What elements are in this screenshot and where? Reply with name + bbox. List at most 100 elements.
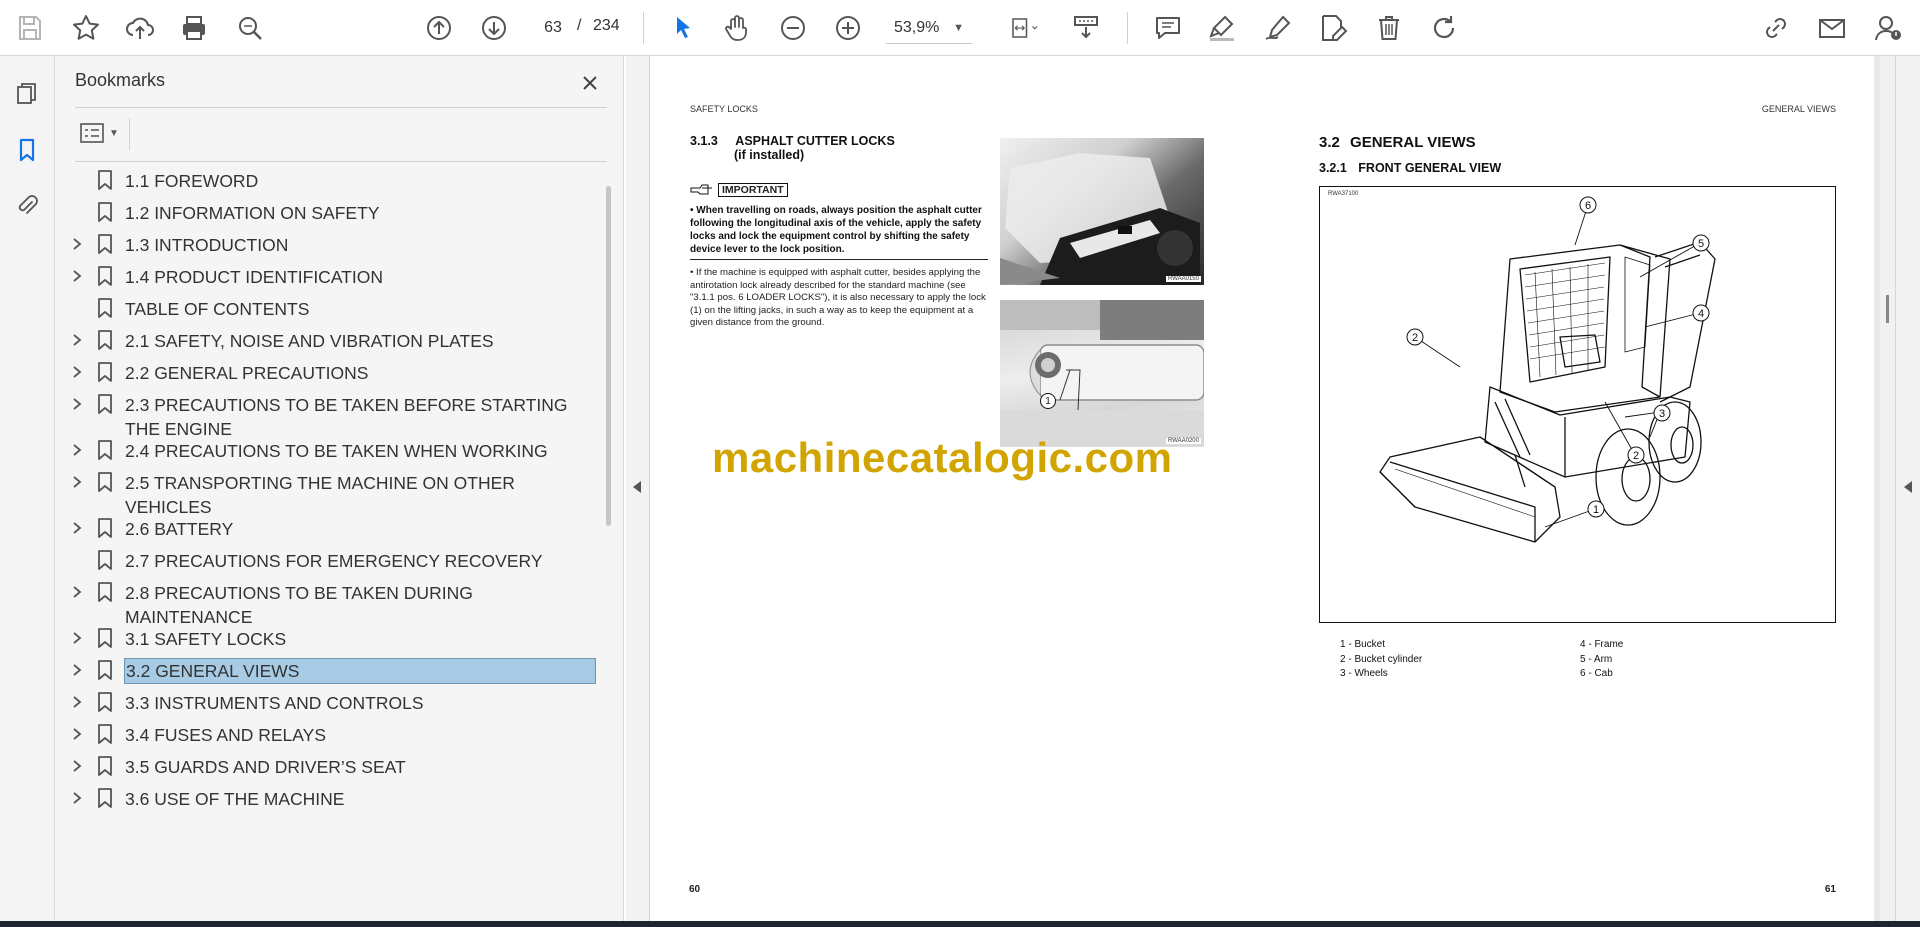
bookmark-icon bbox=[95, 626, 115, 650]
highlight-pen-icon[interactable] bbox=[1204, 10, 1240, 46]
right-panel-toggle[interactable] bbox=[1895, 56, 1920, 921]
bookmark-item[interactable]: 2.7 PRECAUTIONS FOR EMERGENCY RECOVERY bbox=[55, 546, 603, 578]
chevron-right-icon[interactable] bbox=[69, 726, 85, 742]
important-notice: IMPORTANT bbox=[690, 183, 788, 197]
draw-freehand-icon[interactable] bbox=[1260, 10, 1296, 46]
bookmark-scrollbar-thumb[interactable] bbox=[606, 186, 611, 526]
bookmark-label: 3.4 FUSES AND RELAYS bbox=[125, 725, 327, 745]
bookmark-item[interactable]: 1.3 INTRODUCTION bbox=[55, 230, 603, 262]
zoom-search-icon[interactable] bbox=[232, 10, 268, 46]
bookmark-label: 2.5 TRANSPORTING THE MACHINE ON OTHER VE… bbox=[125, 473, 515, 517]
page-thumbnails-icon[interactable] bbox=[9, 76, 45, 112]
bookmark-item[interactable]: 3.5 GUARDS AND DRIVER’S SEAT bbox=[55, 752, 603, 784]
bookmark-item[interactable]: 1.2 INFORMATION ON SAFETY bbox=[55, 198, 603, 230]
chevron-right-icon[interactable] bbox=[69, 630, 85, 646]
chevron-right-icon[interactable] bbox=[69, 396, 85, 412]
select-cursor-icon[interactable] bbox=[665, 10, 701, 46]
toolbar-divider bbox=[1127, 12, 1128, 44]
callout-4: 4 bbox=[1698, 308, 1704, 320]
hand-tool-icon[interactable] bbox=[719, 10, 755, 46]
save-icon[interactable] bbox=[12, 10, 48, 46]
bookmark-icon bbox=[95, 200, 115, 224]
bookmarks-panel-icon[interactable] bbox=[9, 132, 45, 168]
bookmark-item[interactable]: 2.4 PRECAUTIONS TO BE TAKEN WHEN WORKING bbox=[55, 436, 603, 468]
zoom-in-icon[interactable] bbox=[830, 10, 866, 46]
chevron-right-icon[interactable] bbox=[69, 520, 85, 536]
chevron-right-icon[interactable] bbox=[69, 694, 85, 710]
taskbar-edge bbox=[0, 921, 1920, 927]
comment-icon[interactable] bbox=[1150, 10, 1186, 46]
bookmark-icon bbox=[95, 548, 115, 572]
bookmark-icon bbox=[95, 264, 115, 288]
page-number-input[interactable]: 63 bbox=[533, 12, 573, 44]
section-rule bbox=[690, 259, 988, 260]
bookmark-label: 1.3 INTRODUCTION bbox=[125, 235, 289, 255]
bookmark-label: 2.1 SAFETY, NOISE AND VIBRATION PLATES bbox=[125, 331, 494, 351]
top-toolbar: 63 / 234 53,9% ▼ bbox=[0, 0, 1920, 56]
bookmark-label: 2.2 GENERAL PRECAUTIONS bbox=[125, 363, 369, 383]
chevron-right-icon[interactable] bbox=[69, 442, 85, 458]
attachments-paperclip-icon[interactable] bbox=[9, 187, 45, 223]
document-viewport[interactable]: SAFETY LOCKS 3.1.3 ASPHALT CUTTER LOCKS … bbox=[650, 56, 1895, 921]
bookmark-item[interactable]: 2.6 BATTERY bbox=[55, 514, 603, 546]
bookmark-label: 1.2 INFORMATION ON SAFETY bbox=[125, 203, 380, 223]
zoom-out-icon[interactable] bbox=[775, 10, 811, 46]
bookmark-item[interactable]: 3.4 FUSES AND RELAYS bbox=[55, 720, 603, 752]
previous-page-icon[interactable] bbox=[421, 10, 457, 46]
document-scrollbar-thumb[interactable] bbox=[1886, 295, 1889, 323]
bookmark-item[interactable]: 1.1 FOREWORD bbox=[55, 166, 603, 198]
close-icon[interactable] bbox=[575, 68, 605, 98]
next-page-icon[interactable] bbox=[476, 10, 512, 46]
rotate-icon[interactable] bbox=[1426, 10, 1462, 46]
chevron-right-icon[interactable] bbox=[69, 236, 85, 252]
chevron-right-icon[interactable] bbox=[69, 584, 85, 600]
chevron-right-icon[interactable] bbox=[69, 758, 85, 774]
list-options-icon bbox=[80, 123, 104, 143]
print-icon[interactable] bbox=[176, 10, 212, 46]
bookmark-label: 2.3 PRECAUTIONS TO BE TAKEN BEFORE START… bbox=[125, 395, 568, 439]
bookmark-item[interactable]: 1.4 PRODUCT IDENTIFICATION bbox=[55, 262, 603, 294]
edit-pdf-icon[interactable] bbox=[1315, 10, 1351, 46]
collapse-panel-button[interactable] bbox=[626, 56, 650, 921]
user-account-icon[interactable] bbox=[1870, 10, 1906, 46]
section-heading: 3.2 GENERAL VIEWS bbox=[1319, 134, 1476, 151]
asphalt-cutter-photo: RWAA0150 bbox=[1000, 138, 1204, 285]
bookmark-item[interactable]: TABLE OF CONTENTS bbox=[55, 294, 603, 326]
bookmark-icon bbox=[95, 470, 115, 494]
bookmark-item[interactable]: 3.6 USE OF THE MACHINE bbox=[55, 784, 603, 816]
bookmark-item[interactable]: 3.2 GENERAL VIEWS bbox=[55, 656, 603, 688]
share-link-icon[interactable] bbox=[1758, 10, 1794, 46]
email-icon[interactable] bbox=[1814, 10, 1850, 46]
bookmark-item[interactable]: 2.2 GENERAL PRECAUTIONS bbox=[55, 358, 603, 390]
chevron-right-icon[interactable] bbox=[69, 474, 85, 490]
scroll-mode-icon[interactable] bbox=[1068, 10, 1104, 46]
callout-5: 5 bbox=[1698, 238, 1704, 250]
chevron-right-icon[interactable] bbox=[69, 364, 85, 380]
pdf-viewer-app: 63 / 234 53,9% ▼ Bookmarks ▼ 1.1 FOREWOR… bbox=[0, 0, 1920, 927]
total-pages: 234 bbox=[593, 17, 620, 34]
bookmark-item[interactable]: 3.1 SAFETY LOCKS bbox=[55, 624, 603, 656]
page-number: 61 bbox=[1824, 884, 1836, 895]
chevron-right-icon[interactable] bbox=[69, 662, 85, 678]
chevron-right-icon[interactable] bbox=[69, 332, 85, 348]
callout-1: 1 bbox=[1593, 504, 1599, 516]
bookmark-item[interactable]: 2.1 SAFETY, NOISE AND VIBRATION PLATES bbox=[55, 326, 603, 358]
page-separator: / bbox=[577, 17, 582, 34]
fit-page-icon[interactable] bbox=[1000, 10, 1050, 46]
zoom-level-dropdown[interactable]: 53,9% ▼ bbox=[886, 12, 972, 44]
legend-left: 1 - Bucket 2 - Bucket cylinder 3 - Wheel… bbox=[1340, 639, 1423, 679]
bookmark-label: 3.1 SAFETY LOCKS bbox=[125, 629, 287, 649]
chevron-right-icon[interactable] bbox=[69, 268, 85, 284]
document-scrollbar[interactable] bbox=[1880, 56, 1895, 921]
bookmark-label: 1.4 PRODUCT IDENTIFICATION bbox=[125, 267, 383, 287]
bookmark-options-button[interactable]: ▼ bbox=[75, 118, 125, 148]
bookmark-item[interactable]: 3.3 INSTRUMENTS AND CONTROLS bbox=[55, 688, 603, 720]
star-icon[interactable] bbox=[68, 10, 104, 46]
callout-6: 6 bbox=[1585, 200, 1591, 212]
bookmark-icon bbox=[95, 786, 115, 810]
upload-cloud-icon[interactable] bbox=[122, 10, 158, 46]
bookmark-label: 2.7 PRECAUTIONS FOR EMERGENCY RECOVERY bbox=[125, 551, 543, 571]
delete-trash-icon[interactable] bbox=[1371, 10, 1407, 46]
chevron-right-icon[interactable] bbox=[69, 790, 85, 806]
bookmark-label: 3.3 INSTRUMENTS AND CONTROLS bbox=[125, 693, 424, 713]
